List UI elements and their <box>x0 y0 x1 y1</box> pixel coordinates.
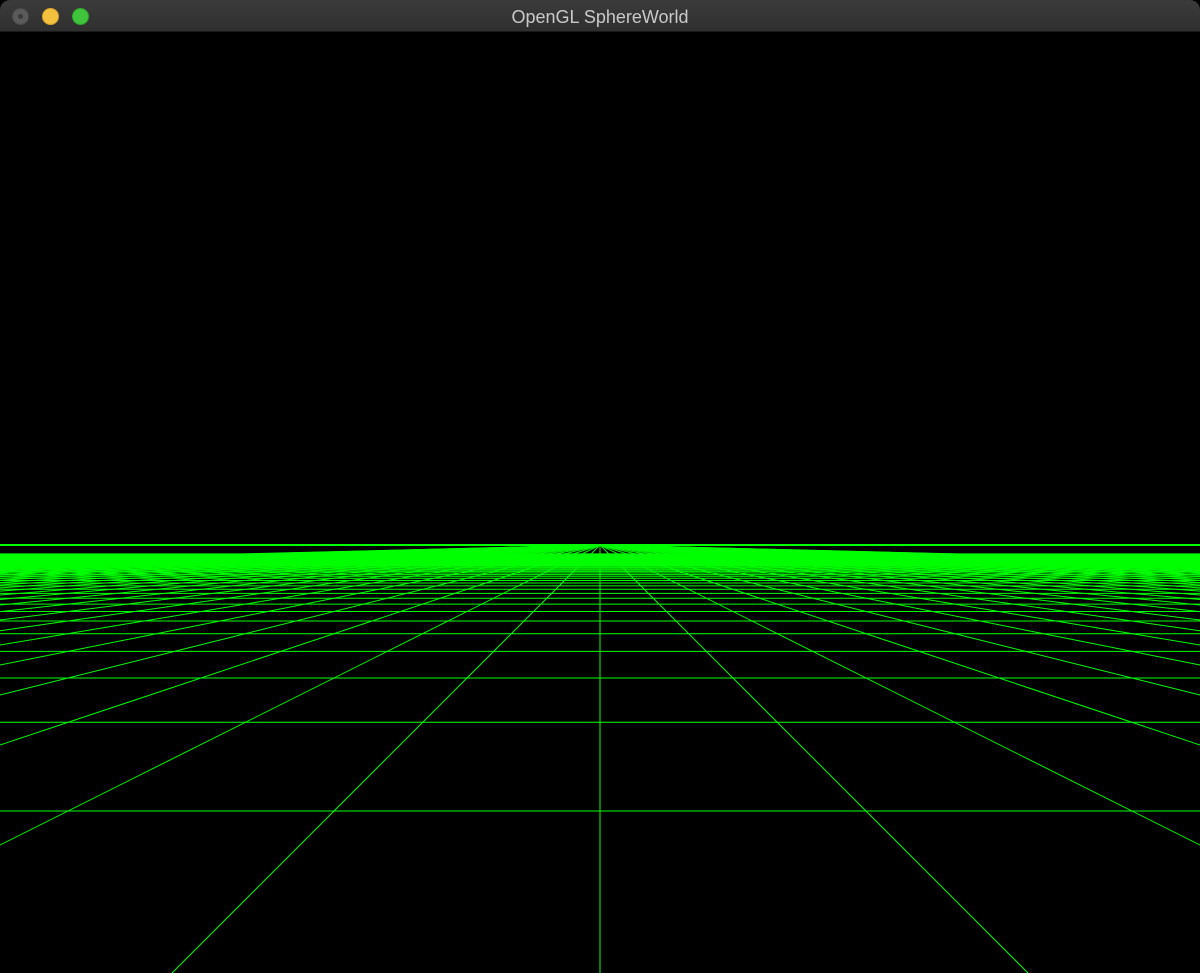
floor-grid <box>0 33 1200 973</box>
grid-converging-line <box>599 544 1200 621</box>
opengl-viewport[interactable] <box>0 33 1200 973</box>
grid-converging-line <box>0 544 601 621</box>
grid-converging-line <box>171 544 601 973</box>
window-title: OpenGL SphereWorld <box>511 7 689 27</box>
sky-area <box>0 33 1200 545</box>
title-bar[interactable]: OpenGL SphereWorld <box>0 0 1200 32</box>
app-window: OpenGL SphereWorld <box>0 0 1200 973</box>
grid-converging-line <box>599 544 1029 973</box>
